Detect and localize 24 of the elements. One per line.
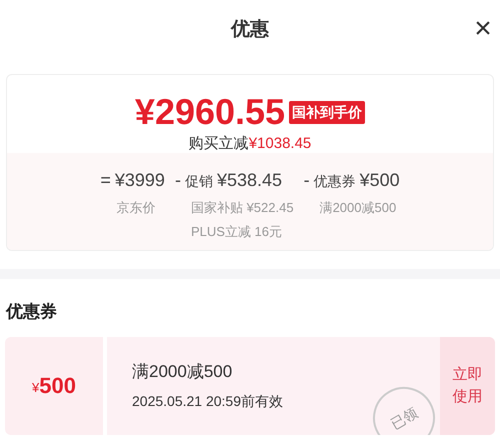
final-price: ¥2960.55 [134,93,286,131]
coupon-condition: 满2000减500 [132,361,234,384]
breakdown-note: 国家补贴 ¥522.45 [190,199,294,217]
use-now-button[interactable]: 立即使用 [440,336,495,434]
operator: = [100,169,111,192]
coupon-value: 500 [39,372,76,400]
saving-amount: ¥1038.45 [248,134,312,154]
dialog-title: 优惠 [231,18,269,42]
breakdown-amount: ¥500 [360,169,400,192]
coupon-currency: ¥ [32,378,40,397]
breakdown-note: PLUS立减 16元 [190,222,283,240]
saving-label: 购买立减 [188,134,249,154]
price-tag: 国补到手价 [289,100,366,124]
operator: - [174,169,181,192]
breakdown-amount: ¥538.45 [216,169,282,192]
breakdown-note: 京东价 [116,199,156,217]
breakdown-amount: ¥3999 [114,169,165,192]
breakdown-label: 促销 [184,172,213,191]
breakdown-note: 满2000减500 [320,199,398,217]
section-title: 优惠券 [4,301,58,323]
close-button[interactable]: × [470,14,496,44]
breakdown-label: 优惠券 [314,172,356,191]
coupon-validity: 2025.05.21 20:59前有效 [132,392,284,411]
operator: - [304,169,310,192]
